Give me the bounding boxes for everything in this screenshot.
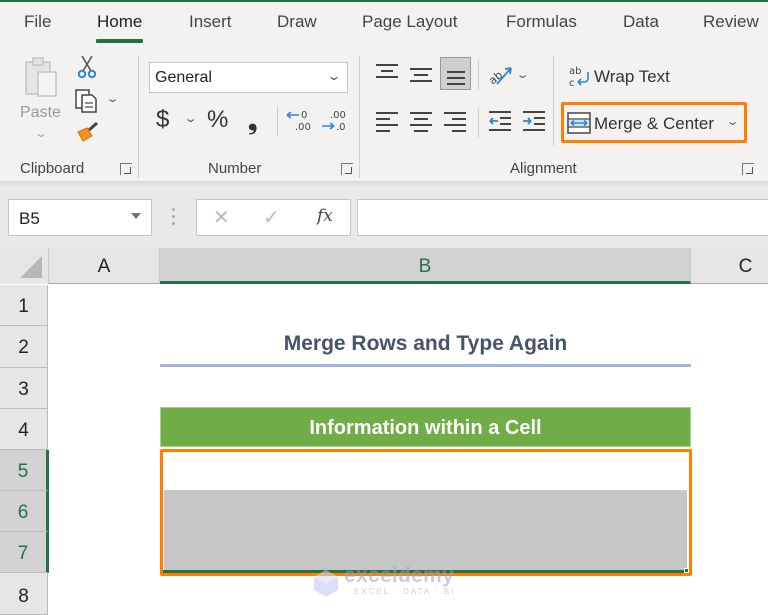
- svg-text:.00: .00: [295, 122, 311, 133]
- copy-dropdown-caret[interactable]: ⌄: [106, 92, 120, 105]
- merge-dropdown-caret[interactable]: ⌄: [725, 115, 739, 128]
- orientation-icon[interactable]: ab: [487, 60, 517, 88]
- clipboard-dialog-launcher[interactable]: [120, 163, 132, 175]
- exceldemy-logo-icon: [314, 570, 338, 597]
- clipboard-group-label: Clipboard: [20, 160, 85, 177]
- orientation-dropdown-caret[interactable]: ⌄: [516, 68, 530, 81]
- tab-draw[interactable]: Draw: [277, 12, 317, 32]
- watermark: exceldemy EXCEL · DATA · BI: [312, 564, 460, 600]
- bottom-align-icon: [444, 65, 468, 85]
- alignment-dialog-launcher[interactable]: [742, 163, 754, 175]
- align-center-icon[interactable]: [410, 112, 434, 132]
- accounting-format-icon[interactable]: $: [156, 106, 169, 134]
- tab-home[interactable]: Home: [95, 12, 144, 43]
- merge-center-label: Merge & Center: [594, 114, 714, 133]
- cancel-icon[interactable]: ✕: [213, 205, 230, 230]
- number-format-value: General: [155, 69, 212, 86]
- button-divider: [478, 60, 479, 90]
- column-header-a[interactable]: A: [49, 248, 160, 284]
- name-box-value: B5: [19, 209, 40, 228]
- decrease-indent-icon[interactable]: [488, 110, 512, 132]
- cell-b2-title[interactable]: Merge Rows and Type Again: [160, 327, 691, 361]
- increase-indent-icon[interactable]: [522, 110, 546, 132]
- tab-file[interactable]: File: [24, 12, 51, 32]
- tab-formulas[interactable]: Formulas: [506, 12, 577, 32]
- paste-icon: [25, 57, 57, 97]
- svg-text:.0: .0: [336, 122, 346, 133]
- tab-data[interactable]: Data: [623, 12, 659, 32]
- selection-highlight: [164, 490, 687, 570]
- comma-style-icon[interactable]: ❟: [248, 106, 257, 135]
- row-header-3[interactable]: 3: [0, 368, 48, 409]
- percent-style-icon[interactable]: %: [207, 106, 228, 134]
- selected-range-b5-b7[interactable]: [160, 449, 692, 576]
- merge-and-center-button[interactable]: Merge & Center ⌄: [561, 102, 747, 143]
- copy-icon[interactable]: [74, 88, 100, 114]
- formula-input[interactable]: [357, 199, 768, 236]
- column-header-c[interactable]: C: [691, 248, 768, 284]
- column-header-b[interactable]: B: [160, 248, 691, 284]
- name-box[interactable]: B5: [8, 199, 152, 236]
- svg-text:0: 0: [301, 110, 307, 121]
- top-align-icon[interactable]: [376, 62, 400, 82]
- ribbon-home: Paste ⌄ ⌄ Clipboard General ⌄ $ ⌄ % ❟ 0 …: [0, 46, 768, 182]
- row-header-5[interactable]: 5: [0, 450, 49, 491]
- button-divider: [553, 56, 554, 146]
- increase-decimal-icon[interactable]: 0 .00: [285, 108, 313, 134]
- merge-center-icon: [567, 112, 591, 134]
- select-all-button[interactable]: [0, 248, 49, 284]
- ribbon-tabs: File Home Insert Draw Page Layout Formul…: [0, 2, 768, 46]
- wrap-text-icon: ab c: [569, 66, 589, 89]
- decrease-decimal-icon[interactable]: .00 .0: [320, 108, 348, 134]
- number-format-dropdown[interactable]: General ⌄: [149, 62, 348, 93]
- paste-label: Paste: [20, 104, 61, 121]
- svg-text:ab: ab: [569, 66, 581, 77]
- enter-icon[interactable]: ✓: [263, 205, 280, 230]
- row-header-4[interactable]: 4: [0, 409, 48, 450]
- accounting-dropdown-caret[interactable]: ⌄: [184, 112, 198, 125]
- align-left-icon[interactable]: [376, 112, 400, 132]
- watermark-name: exceldemy: [344, 564, 455, 587]
- button-divider: [277, 106, 278, 136]
- wrap-text-label: Wrap Text: [594, 67, 670, 86]
- fill-handle[interactable]: [684, 568, 689, 573]
- watermark-tagline: EXCEL · DATA · BI: [354, 587, 456, 596]
- alignment-group-label: Alignment: [510, 160, 577, 177]
- row-header-2[interactable]: 2: [0, 326, 48, 368]
- button-divider: [478, 108, 479, 138]
- number-dialog-launcher[interactable]: [341, 163, 353, 175]
- number-group-label: Number: [208, 160, 262, 177]
- group-divider: [138, 56, 139, 178]
- paste-dropdown-caret: ⌄: [33, 126, 49, 140]
- format-painter-icon[interactable]: [75, 120, 101, 144]
- middle-align-icon[interactable]: [410, 64, 434, 84]
- formula-bar: B5 ✕ ✓ fx: [0, 188, 768, 248]
- svg-text:c: c: [569, 78, 575, 89]
- name-box-dropdown-icon[interactable]: [131, 213, 141, 219]
- chevron-down-icon: ⌄: [326, 69, 342, 83]
- insert-function-icon[interactable]: fx: [317, 206, 333, 226]
- cell-b4-header[interactable]: Information within a Cell: [160, 407, 691, 447]
- tab-insert[interactable]: Insert: [189, 12, 232, 32]
- align-right-icon[interactable]: [444, 112, 468, 132]
- row-header-7[interactable]: 7: [0, 532, 49, 573]
- paste-button[interactable]: Paste ⌄: [14, 54, 66, 140]
- group-divider: [359, 56, 360, 178]
- row-header-1[interactable]: 1: [0, 285, 48, 326]
- row-header-6[interactable]: 6: [0, 491, 49, 532]
- cut-icon[interactable]: [76, 54, 98, 80]
- title-underline: [160, 364, 691, 367]
- svg-text:.00: .00: [330, 110, 346, 121]
- row-header-8[interactable]: 8: [0, 573, 48, 615]
- tab-review[interactable]: Review: [703, 12, 759, 32]
- bottom-align-button[interactable]: [440, 57, 471, 90]
- formula-bar-resize-handle[interactable]: [172, 208, 175, 228]
- tab-page-layout[interactable]: Page Layout: [362, 12, 457, 32]
- formula-bar-buttons: ✕ ✓ fx: [196, 199, 351, 236]
